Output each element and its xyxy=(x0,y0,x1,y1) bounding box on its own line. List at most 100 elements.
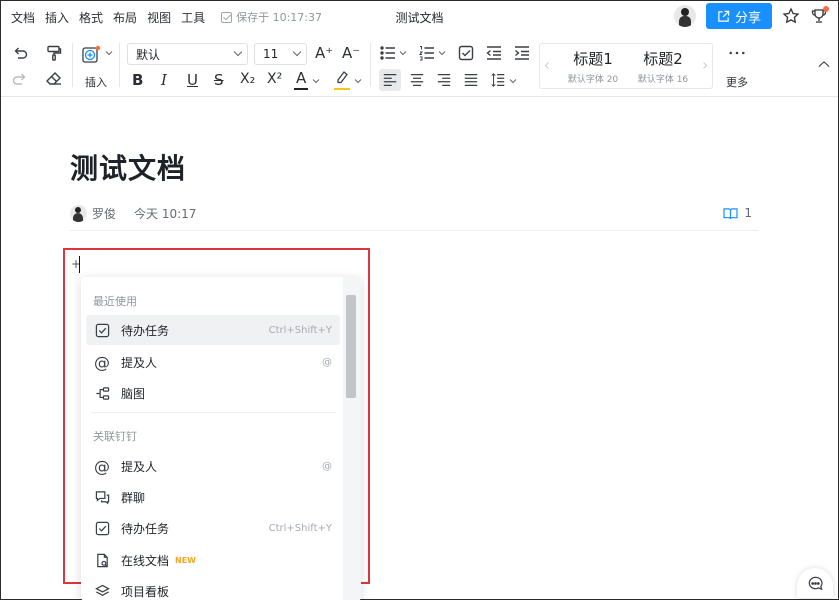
menu-item-layout[interactable]: 布局 xyxy=(113,9,137,26)
share-button[interactable]: 分享 xyxy=(706,3,772,29)
share-icon xyxy=(718,10,730,22)
read-count-value: 1 xyxy=(744,206,752,220)
share-label: 分享 xyxy=(734,10,761,26)
menu-item-label: 在线文档 xyxy=(121,553,170,568)
menu-item-insert[interactable]: 插入 xyxy=(45,9,69,26)
save-status: 保存于 10:17:37 xyxy=(221,9,322,25)
menu-item-mindmap-recent[interactable]: 脑图 xyxy=(86,378,340,408)
line-spacing-icon[interactable] xyxy=(489,71,507,89)
font-size-select[interactable]: 11 xyxy=(254,43,307,65)
highlight-color-bar xyxy=(334,88,350,90)
menu-item-online-doc[interactable]: 在线文档 NEW xyxy=(86,545,340,575)
strikethrough-button[interactable]: S xyxy=(214,71,224,89)
menu-item-shortcut: @ xyxy=(322,356,332,368)
read-count[interactable]: 1 xyxy=(723,206,752,220)
menu-item-group-chat[interactable]: 群聊 xyxy=(86,482,340,512)
align-right-icon[interactable] xyxy=(435,71,453,89)
kanban-icon xyxy=(93,582,111,600)
font-color-chevron-icon[interactable] xyxy=(312,77,320,85)
indent-decrease-icon[interactable] xyxy=(485,44,503,62)
style-heading-1[interactable]: 标题1 默认字体 20 xyxy=(562,48,624,85)
chevron-left-icon[interactable] xyxy=(543,60,551,70)
align-left-icon[interactable] xyxy=(379,69,401,91)
underline-button[interactable]: U xyxy=(187,71,198,89)
meta-divider xyxy=(70,230,758,231)
font-family-select[interactable]: 默认 xyxy=(127,43,248,65)
notification-dot xyxy=(823,6,829,12)
align-center-icon[interactable] xyxy=(408,71,426,89)
insert-menu-popup: 最近使用 待办任务 Ctrl+Shift+Y @ 提及人 @ 脑图 关联钉钉 @… xyxy=(81,277,361,600)
menu-item-kanban[interactable]: 项目看板 xyxy=(86,576,340,600)
menu-item-view[interactable]: 视图 xyxy=(147,9,171,26)
style-heading-2[interactable]: 标题2 默认字体 16 xyxy=(632,48,694,85)
chat-bubble-icon xyxy=(808,576,823,590)
highlight-chevron-icon[interactable] xyxy=(354,77,362,85)
insert-dropdown-chevron-icon[interactable] xyxy=(105,49,113,57)
section-dingding-title: 关联钉钉 xyxy=(93,430,137,443)
style-heading-2-sub: 默认字体 16 xyxy=(637,75,689,85)
menu-item-tools[interactable]: 工具 xyxy=(181,9,205,26)
menu-item-document[interactable]: 文档 xyxy=(11,9,35,26)
document-title[interactable]: 测试文档 xyxy=(70,147,186,187)
menu-item-label: 脑图 xyxy=(121,386,146,401)
font-family-value: 默认 xyxy=(136,47,161,62)
chat-help-button[interactable] xyxy=(797,568,833,598)
menu-item-todo[interactable]: 待办任务 Ctrl+Shift+Y xyxy=(86,513,340,543)
collapse-toolbar-chevron-icon[interactable] xyxy=(817,59,831,69)
menu-item-label: 提及人 xyxy=(121,459,158,474)
menu-item-label: 待办任务 xyxy=(121,323,170,338)
insert-icon[interactable] xyxy=(80,43,104,67)
indent-increase-icon[interactable] xyxy=(513,44,531,62)
shrink-font-button[interactable]: A⁻ xyxy=(342,44,360,62)
text-cursor xyxy=(79,256,80,273)
online-doc-icon xyxy=(93,551,111,569)
trophy-icon[interactable] xyxy=(810,6,829,25)
align-justify-icon[interactable] xyxy=(462,71,480,89)
format-painter-icon[interactable] xyxy=(44,43,64,63)
mindmap-icon xyxy=(93,384,111,402)
numbered-list-chevron-icon[interactable] xyxy=(438,49,446,57)
checkbox-icon xyxy=(93,519,111,537)
superscript-button[interactable]: X² xyxy=(267,71,282,87)
edit-time: 今天 10:17 xyxy=(134,207,197,221)
undo-icon[interactable] xyxy=(10,43,30,63)
style-heading-1-sub: 默认字体 20 xyxy=(567,75,619,85)
menu-item-label: 待办任务 xyxy=(121,521,170,536)
menu-item-label: 提及人 xyxy=(121,355,158,370)
bullet-list-chevron-icon[interactable] xyxy=(399,49,407,57)
grow-font-button[interactable]: A⁺ xyxy=(315,44,333,62)
star-icon[interactable] xyxy=(782,7,800,25)
section-divider xyxy=(91,412,336,413)
line-spacing-chevron-icon[interactable] xyxy=(509,77,517,85)
task-list-icon[interactable] xyxy=(457,44,475,62)
header-actions: 分享 xyxy=(674,3,829,29)
bold-button[interactable]: B xyxy=(132,71,143,89)
user-avatar[interactable] xyxy=(674,5,696,27)
highlight-icon[interactable] xyxy=(334,69,350,85)
eraser-icon[interactable] xyxy=(44,69,64,89)
menu-item-todo-recent[interactable]: 待办任务 Ctrl+Shift+Y xyxy=(86,315,340,345)
style-heading-1-name: 标题1 xyxy=(573,50,613,68)
menu-item-shortcut: Ctrl+Shift+Y xyxy=(268,522,332,534)
italic-button[interactable]: I xyxy=(161,71,167,89)
font-color-button[interactable]: A xyxy=(296,69,306,87)
style-heading-2-name: 标题2 xyxy=(643,50,683,68)
author-avatar[interactable] xyxy=(70,205,87,222)
numbered-list-icon[interactable] xyxy=(418,44,436,62)
menu-item-format[interactable]: 格式 xyxy=(79,9,103,26)
redo-icon[interactable] xyxy=(10,69,30,89)
save-status-text: 保存于 10:17:37 xyxy=(236,11,322,24)
bullet-list-icon[interactable] xyxy=(379,44,397,62)
author-name[interactable]: 罗俊 xyxy=(92,205,116,222)
menu-item-mention-recent[interactable]: @ 提及人 @ xyxy=(86,347,340,377)
scrollbar-thumb[interactable] xyxy=(346,295,356,398)
paragraph-styles: 标题1 默认字体 20 标题2 默认字体 16 xyxy=(539,43,713,89)
chevron-right-icon[interactable] xyxy=(701,60,709,70)
more-label[interactable]: 更多 xyxy=(726,74,748,90)
book-icon xyxy=(723,207,738,219)
subscript-button[interactable]: X₂ xyxy=(240,71,255,87)
at-icon: @ xyxy=(94,456,110,476)
menu-item-mention[interactable]: @ 提及人 @ xyxy=(86,451,340,481)
insert-label[interactable]: 插入 xyxy=(85,74,107,90)
more-icon[interactable] xyxy=(726,45,748,61)
